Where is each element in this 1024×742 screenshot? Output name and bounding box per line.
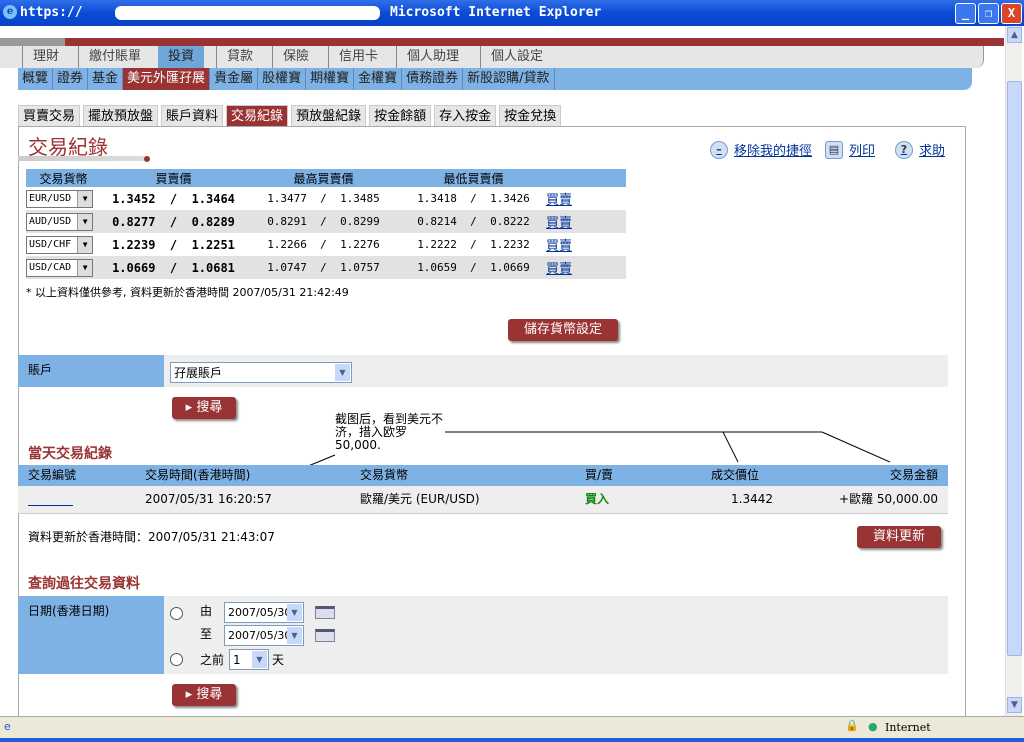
th-currency: 交易貨幣: [360, 468, 409, 482]
from-date-value: 2007/05/30: [228, 606, 292, 619]
to-date-select[interactable]: 2007/05/30 ▼: [224, 625, 304, 646]
to-label: 至: [200, 627, 213, 641]
before-label: 之前: [200, 653, 225, 667]
history-title: 查詢過往交易資料: [28, 576, 140, 592]
td-time: 2007/05/31 16:20:57: [145, 492, 272, 506]
from-date-select[interactable]: 2007/05/30 ▼: [224, 602, 304, 623]
td-amount: +歐羅 50,000.00: [839, 492, 938, 506]
transaction-id-link[interactable]: [28, 489, 73, 506]
td-side: 買入: [585, 492, 610, 506]
history-search-button[interactable]: ▸ 搜尋: [172, 684, 236, 706]
lock-icon: 🔒: [845, 719, 859, 732]
calendar-icon[interactable]: [315, 629, 335, 642]
days-select[interactable]: 1 ▼: [229, 649, 269, 670]
th-id: 交易編號: [28, 468, 77, 482]
th-amount: 交易金額: [889, 468, 938, 482]
close-button[interactable]: X: [1001, 3, 1022, 24]
today-title: 當天交易紀錄: [28, 446, 112, 462]
th-side: 買/賣: [585, 468, 614, 482]
scroll-thumb[interactable]: [1007, 81, 1022, 656]
taskbar: [0, 738, 1024, 742]
vertical-scrollbar[interactable]: ▲ ▼: [1005, 26, 1022, 716]
globe-icon: ●: [868, 720, 878, 733]
zone-label: Internet: [885, 721, 931, 734]
days-before-radio[interactable]: [170, 653, 183, 666]
search-label: 搜尋: [196, 687, 223, 702]
annotation-lines: [244, 431, 891, 493]
chevron-down-icon: ▼: [252, 651, 267, 668]
chevron-down-icon: ▼: [287, 627, 302, 644]
scroll-down-icon[interactable]: ▼: [1007, 697, 1022, 713]
today-table-header: 交易編號 交易時間(香港時間) 交易貨幣 買/賣 成交價位 交易金額: [18, 465, 948, 486]
th-time: 交易時間(香港時間): [145, 468, 251, 482]
from-label: 由: [200, 604, 213, 618]
to-date-value: 2007/05/30: [228, 629, 292, 642]
update-note: 資料更新於香港時間：2007/05/31 21:43:07: [28, 530, 275, 544]
status-bar: e 🔒 ● Internet: [0, 716, 1024, 738]
table-row: 2007/05/31 16:20:57 歐羅/美元 (EUR/USD) 買入 1…: [18, 486, 948, 514]
th-price: 成交價位: [711, 468, 760, 482]
date-range-radio[interactable]: [170, 607, 183, 620]
td-price: 1.3442: [731, 492, 773, 506]
refresh-button[interactable]: 資料更新: [857, 526, 941, 548]
ie-page-icon: e: [4, 720, 11, 733]
calendar-icon[interactable]: [315, 606, 335, 619]
annotation-arrow-price: [722, 431, 739, 463]
scroll-up-icon[interactable]: ▲: [1007, 27, 1022, 43]
days-value: 1: [233, 652, 241, 667]
annotation-arrow-amount: [821, 431, 891, 463]
date-label: 日期(香港日期): [18, 596, 164, 674]
days-label: 天: [272, 653, 285, 667]
td-currency: 歐羅/美元 (EUR/USD): [360, 492, 480, 506]
chevron-down-icon: ▼: [287, 604, 302, 621]
